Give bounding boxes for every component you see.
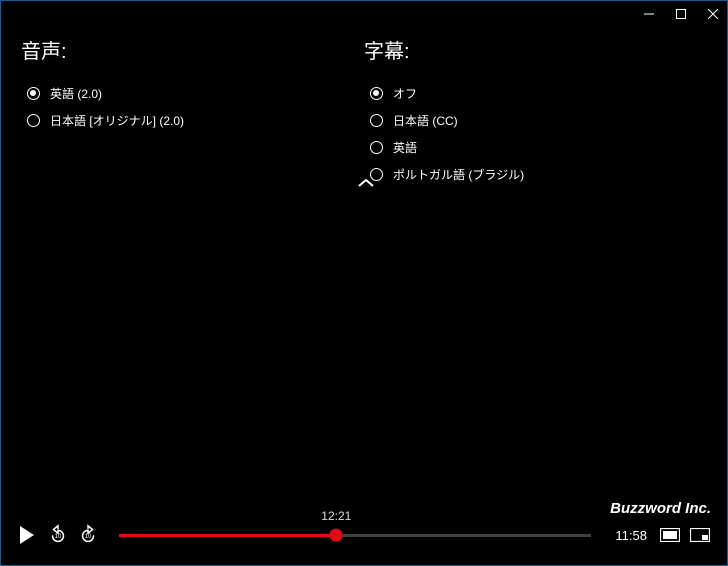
audio-option[interactable]: 日本語 [オリジナル] (2.0) xyxy=(27,107,364,134)
subtitle-option[interactable]: 英語 xyxy=(370,134,707,161)
svg-text:10: 10 xyxy=(85,534,92,540)
radio-icon xyxy=(27,87,40,100)
forward-10-icon: 10 xyxy=(77,524,99,546)
close-icon xyxy=(708,9,718,19)
maximize-icon xyxy=(676,9,686,19)
progress-bar[interactable]: 12:21 xyxy=(119,534,591,537)
audio-title: 音声: xyxy=(21,35,364,64)
collapse-button[interactable] xyxy=(357,175,375,193)
fullscreen-icon xyxy=(690,528,710,542)
progress-track xyxy=(119,534,591,537)
forward-10-button[interactable]: 10 xyxy=(73,520,103,550)
radio-icon xyxy=(370,114,383,127)
fullwindow-button[interactable] xyxy=(655,520,685,550)
rewind-10-button[interactable]: 10 xyxy=(43,520,73,550)
subtitle-options: オフ日本語 (CC) 英語ポルトガル語 (ブラジル) xyxy=(364,80,707,188)
maximize-button[interactable] xyxy=(675,8,687,20)
fullwindow-icon xyxy=(660,528,680,542)
subtitle-option-label: 日本語 (CC) xyxy=(393,112,458,129)
audio-option-label: 日本語 [オリジナル] (2.0) xyxy=(50,112,184,129)
settings-panel: 音声: 英語 (2.0) 日本語 [オリジナル] (2.0) 字幕: オフ日本語 … xyxy=(1,27,727,188)
progress-fill xyxy=(119,534,336,537)
subtitle-option-label: オフ xyxy=(393,85,417,102)
subtitles-column: 字幕: オフ日本語 (CC) 英語ポルトガル語 (ブラジル) xyxy=(364,35,707,188)
progress-tooltip: 12:21 xyxy=(321,509,351,523)
player-controls: 10 10 12:21 11:58 xyxy=(1,515,727,555)
subtitle-option-label: 英語 xyxy=(393,139,417,156)
rewind-10-icon: 10 xyxy=(47,524,69,546)
minimize-icon xyxy=(644,9,654,19)
current-time: 11:58 xyxy=(615,528,647,543)
close-button[interactable] xyxy=(707,8,719,20)
audio-options: 英語 (2.0) 日本語 [オリジナル] (2.0) xyxy=(21,80,364,134)
radio-icon xyxy=(370,141,383,154)
svg-text:10: 10 xyxy=(55,534,62,540)
window-titlebar xyxy=(1,1,727,27)
fullscreen-button[interactable] xyxy=(685,520,715,550)
subtitle-option[interactable]: ポルトガル語 (ブラジル) xyxy=(370,161,707,188)
audio-column: 音声: 英語 (2.0) 日本語 [オリジナル] (2.0) xyxy=(21,35,364,188)
subtitles-title: 字幕: xyxy=(364,35,707,64)
play-icon xyxy=(20,526,36,544)
subtitle-option-label: ポルトガル語 (ブラジル) xyxy=(393,166,524,183)
play-button[interactable] xyxy=(13,520,43,550)
minimize-button[interactable] xyxy=(643,8,655,20)
chevron-up-icon xyxy=(357,178,375,188)
subtitle-option[interactable]: 日本語 (CC) xyxy=(370,107,707,134)
radio-icon xyxy=(27,114,40,127)
subtitle-option[interactable]: オフ xyxy=(370,80,707,107)
radio-icon xyxy=(370,87,383,100)
audio-option-label: 英語 (2.0) xyxy=(50,85,102,102)
progress-handle[interactable] xyxy=(330,529,343,542)
audio-option[interactable]: 英語 (2.0) xyxy=(27,80,364,107)
